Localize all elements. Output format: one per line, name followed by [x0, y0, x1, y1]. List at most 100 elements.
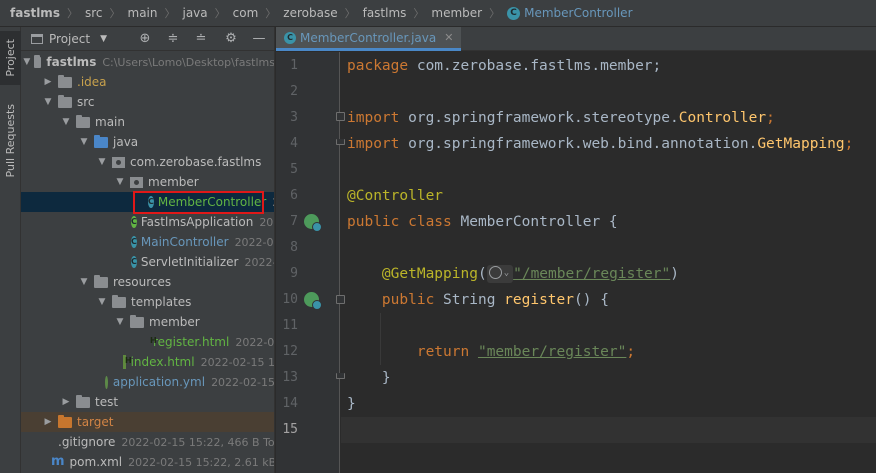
- breadcrumb-zerobase[interactable]: zerobase: [283, 6, 337, 20]
- fold-end-icon[interactable]: [336, 139, 345, 145]
- breadcrumb-src[interactable]: src: [85, 6, 103, 20]
- breadcrumb-project[interactable]: fastlms: [10, 6, 60, 20]
- chevron-down-icon[interactable]: ▼: [77, 137, 91, 147]
- resources-folder-icon: [94, 274, 108, 288]
- line-number: 4: [290, 136, 298, 151]
- tree-item-member-templates[interactable]: ▼ member: [21, 312, 274, 332]
- package-icon: [130, 176, 143, 188]
- fold-toggle-icon[interactable]: [336, 112, 345, 121]
- tree-item-register-html[interactable]: register.html 2022-02: [21, 332, 275, 352]
- tree-item-fastlmsapplication[interactable]: C FastlmsApplication 2022-02-: [21, 212, 274, 232]
- code-editor[interactable]: 1 2 3 4 5 6 7 8 9 10 11 12 13 14 15 pack…: [276, 52, 876, 473]
- chevron-right-icon[interactable]: ▶: [41, 77, 55, 87]
- close-icon[interactable]: ✕: [444, 31, 453, 44]
- folder-icon: [76, 394, 90, 408]
- tree-item-timestamp: 2022-02-15 1: [200, 355, 275, 369]
- tree-item-gitignore[interactable]: .gitignore 2022-02-15 15:22, 466 B Today: [21, 432, 274, 452]
- keyword: public class: [347, 214, 452, 230]
- imported-class: GetMapping: [757, 136, 845, 152]
- code-text: org.springframework.stereotype.: [399, 110, 679, 126]
- tree-item-package[interactable]: ▼ com.zerobase.fastlms: [21, 152, 274, 172]
- tree-item-label: FastlmsApplication: [140, 215, 254, 229]
- tree-item-servletinitializer[interactable]: C ServletInitializer 2022-02: [21, 252, 274, 272]
- chevron-down-icon[interactable]: ▼: [95, 297, 109, 307]
- chevron-down-icon[interactable]: ▼: [113, 317, 127, 327]
- breadcrumb: fastlms 〉 src 〉 main 〉 java 〉 com 〉 zero…: [0, 0, 876, 27]
- chevron-down-icon[interactable]: ▼: [23, 57, 31, 67]
- breadcrumb-current-class[interactable]: MemberController: [524, 6, 632, 20]
- expand-all-icon[interactable]: ≑: [165, 31, 181, 47]
- breadcrumb-java[interactable]: java: [182, 6, 207, 20]
- tree-item-timestamp: 2022-02-15 15:22, 2.61 kB: [128, 455, 275, 469]
- fold-end-icon[interactable]: [336, 373, 345, 379]
- line-number: 3: [290, 110, 298, 125]
- tree-item-label: .idea: [77, 75, 107, 89]
- request-mapping-gutter-icon[interactable]: [304, 292, 322, 310]
- current-line-highlight: [341, 417, 876, 443]
- imported-class: Controller: [678, 110, 767, 126]
- line-number: 14: [282, 396, 298, 411]
- chevron-down-icon[interactable]: ▼: [41, 97, 55, 107]
- fold-toggle-icon[interactable]: [336, 295, 345, 304]
- tree-item-label: member: [149, 315, 200, 329]
- keyword: import: [347, 136, 400, 152]
- breadcrumb-com[interactable]: com: [233, 6, 259, 20]
- collapse-all-icon[interactable]: ≐: [193, 31, 209, 47]
- line-number: 8: [290, 240, 298, 255]
- tree-item-src[interactable]: ▼ src: [21, 92, 274, 112]
- hide-icon[interactable]: —: [251, 31, 267, 47]
- tree-item-target[interactable]: ▶ target: [21, 412, 274, 432]
- chevron-down-icon[interactable]: ▼: [77, 277, 91, 287]
- tree-item-test[interactable]: ▶ test: [21, 392, 274, 412]
- chevron-down-icon[interactable]: ▼: [100, 34, 107, 44]
- globe-icon: [488, 266, 502, 279]
- pull-requests-tool-button[interactable]: Pull Requests: [0, 99, 21, 183]
- project-panel: Project ▼ ⊕ ≑ ≐ ⚙ — ▼ fastlms C:\Users\L…: [21, 27, 275, 473]
- breadcrumb-fastlms[interactable]: fastlms: [363, 6, 407, 20]
- tab-membercontroller-java[interactable]: C MemberController.java ✕: [276, 27, 462, 51]
- line-number: 11: [282, 318, 298, 333]
- tree-item-timestamp: 2022-02: [235, 335, 275, 349]
- breadcrumb-member[interactable]: member: [431, 6, 482, 20]
- tool-window-stripe: Project Pull Requests: [0, 27, 21, 473]
- code-line-13: }: [347, 365, 876, 391]
- tree-item-java[interactable]: ▼ java: [21, 132, 274, 152]
- keyword: import: [347, 110, 400, 126]
- tree-item-idea[interactable]: ▶ .idea: [21, 72, 274, 92]
- code-line-14: }: [347, 391, 876, 417]
- chevron-down-icon[interactable]: ▼: [95, 157, 109, 167]
- locate-target-icon[interactable]: ⊕: [137, 31, 153, 47]
- tree-item-resources[interactable]: ▼ resources: [21, 272, 274, 292]
- chevron-right-icon[interactable]: ▶: [59, 397, 73, 407]
- folder-icon: [112, 294, 126, 308]
- tree-item-maincontroller[interactable]: C MainController 2022-02-15: [21, 232, 274, 252]
- tree-item-member-package[interactable]: ▼ member: [21, 172, 274, 192]
- folder-icon: [76, 114, 90, 128]
- tree-item-label: pom.xml: [69, 455, 123, 469]
- class-icon: C: [507, 6, 521, 20]
- project-tool-button[interactable]: Project: [0, 31, 21, 85]
- gear-icon[interactable]: ⚙: [223, 31, 239, 47]
- url-inlay-hint[interactable]: ⌄: [486, 265, 514, 283]
- chevron-right-icon[interactable]: ▶: [41, 417, 55, 427]
- spring-bean-gutter-icon[interactable]: [304, 214, 322, 232]
- maven-file-icon: m: [51, 454, 65, 469]
- breadcrumb-separator: 〉: [214, 7, 226, 20]
- highlight-box: [133, 191, 264, 214]
- tree-item-main[interactable]: ▼ main: [21, 112, 274, 132]
- chevron-down-icon[interactable]: ▼: [113, 177, 127, 187]
- code-text: String: [434, 292, 505, 308]
- tree-item-path: C:\Users\Lomo\Desktop\fastlms: [102, 55, 275, 69]
- tree-item-application-yml[interactable]: application.yml 2022-02-15: [21, 372, 274, 392]
- code-line-1: package com.zerobase.fastlms.member;: [347, 53, 876, 79]
- code-text: MemberController {: [451, 214, 618, 230]
- tree-item-label: .gitignore: [58, 435, 116, 449]
- breadcrumb-main[interactable]: main: [128, 6, 158, 20]
- tree-item-label: com.zerobase.fastlms: [130, 155, 262, 169]
- tree-item-fastlms[interactable]: ▼ fastlms C:\Users\Lomo\Desktop\fastlms: [21, 52, 275, 72]
- tree-item-pom-xml[interactable]: m pom.xml 2022-02-15 15:22, 2.61 kB: [21, 452, 275, 472]
- chevron-down-icon[interactable]: ▼: [59, 117, 73, 127]
- tree-item-index-html[interactable]: index.html 2022-02-15 1: [21, 352, 275, 372]
- tree-item-templates[interactable]: ▼ templates: [21, 292, 274, 312]
- project-panel-title[interactable]: Project: [49, 32, 90, 46]
